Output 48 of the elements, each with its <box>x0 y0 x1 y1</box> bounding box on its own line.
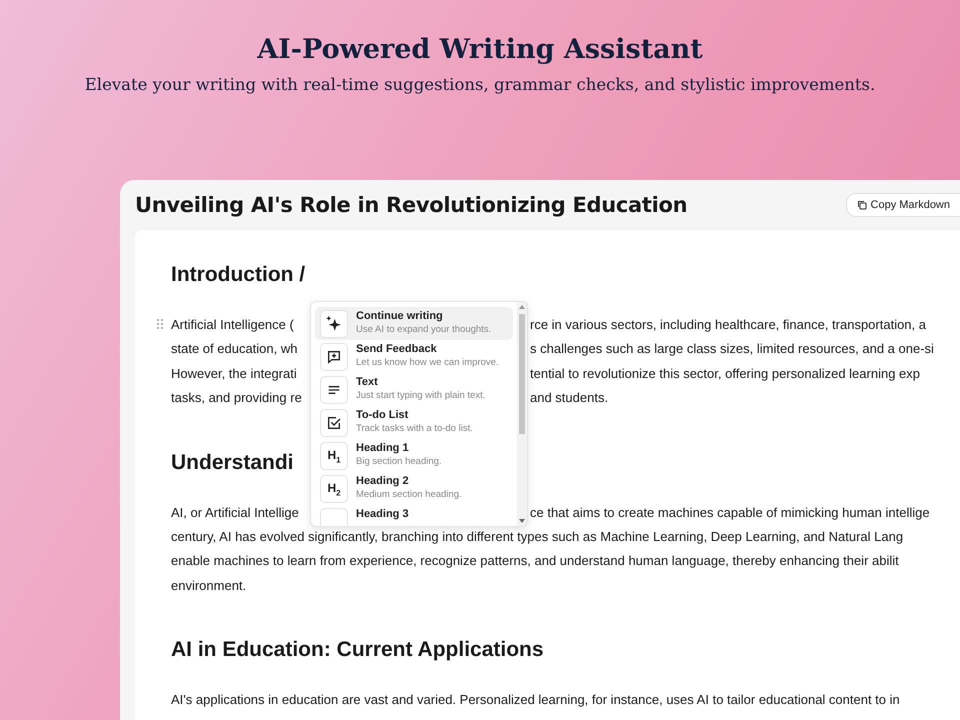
menu-item-title: Heading 3 <box>356 508 409 521</box>
paragraph-text: AI's applications in education are vast and varied. Personalized learning, for instance, uses AI to tailor educational content to in <box>171 691 900 710</box>
menu-item[interactable]: Send Feedback Let us know how we can improve. <box>315 340 513 373</box>
section-heading: Introduction / <box>171 263 306 288</box>
checkbox-icon <box>326 415 342 431</box>
menu-item-description: Track tasks with a to-do list. <box>356 423 473 435</box>
menu-item-description: Just start typing with plain text. <box>356 390 486 402</box>
menu-item-title: Heading 2 <box>356 475 410 488</box>
menu-item-description: Use AI to expand your thoughts. <box>356 324 492 336</box>
drag-handle-icon[interactable] <box>157 319 163 329</box>
section-heading: Understandi <box>171 450 294 476</box>
paragraph-text: enable machines to learn from experience, recognize patterns, and understand human language, thereby enhancing their abilit <box>171 552 899 570</box>
paragraph-text: environment. <box>171 576 246 595</box>
document-title: Unveiling AI's Role in Revolutionizing Education <box>135 193 688 217</box>
menu-item[interactable]: H$_{2}$ Heading 2 Medium section heading. <box>315 472 513 505</box>
message-plus-icon <box>326 349 342 365</box>
page-title: AI-Powered Writing Assistant <box>257 34 703 65</box>
copy-markdown-button[interactable]: Copy Markdown <box>846 193 960 217</box>
menu-item[interactable]: To-do List Track tasks with a to-do list. <box>315 406 513 439</box>
paragraph-text: and students. <box>530 389 608 408</box>
paragraph-text: AI, or Artificial Intellige <box>171 504 300 522</box>
menu-item[interactable]: Text Just start typing with plain text. <box>315 373 513 406</box>
paragraph-text: state of education, wh <box>171 340 298 358</box>
menu-item[interactable]: Heading 3 <box>315 505 513 526</box>
menu-item-title: Send Feedback <box>356 343 438 356</box>
menu-item-title: Text <box>356 376 379 389</box>
menu-item-title: To-do List <box>356 409 410 422</box>
menu-item-title: Heading 1 <box>356 442 410 455</box>
heading-icon: H$_{1}$ <box>327 448 341 464</box>
page-subtitle: Elevate your writing with real-time suggestions, grammar checks, and stylistic improvements. <box>84 75 876 94</box>
paragraph-text: tential to revolutionize this sector, offering personalized learning exp <box>530 364 920 383</box>
menu-item-description: Medium section heading. <box>356 489 462 501</box>
paragraph-text: tasks, and providing re <box>171 389 303 408</box>
paragraph-text: rce in various sectors, including healthcare, finance, transportation, a <box>530 316 926 334</box>
menu-item-title: Continue writing <box>356 310 444 323</box>
paragraph-text: s challenges such as large class sizes, limited resources, and a one-si <box>530 340 934 358</box>
paragraph-text: Artificial Intelligence ( <box>171 316 295 334</box>
section-heading: AI in Education: Current Applications <box>171 638 544 664</box>
menu-item[interactable]: H$_{1}$ Heading 1 Big section heading. <box>315 439 513 472</box>
heading-icon: H$_{2}$ <box>327 480 341 498</box>
paragraph-text: century, AI has evolved significantly, branching into different types such as Machine Learning, Deep Learning, and Natural Lang <box>171 528 904 546</box>
sparkle-icon <box>325 315 343 333</box>
menu-item-description: Let us know how we can improve. <box>356 357 499 369</box>
menu-item-description: Big section heading. <box>356 456 442 468</box>
menu-item[interactable]: Continue writing Use AI to expand your thoughts. <box>315 307 513 340</box>
paragraph-text: However, the integrati <box>171 364 298 383</box>
paragraph-text: ce that aims to create machines capable of mimicking human intellige <box>530 504 930 522</box>
copy-icon <box>856 200 867 210</box>
